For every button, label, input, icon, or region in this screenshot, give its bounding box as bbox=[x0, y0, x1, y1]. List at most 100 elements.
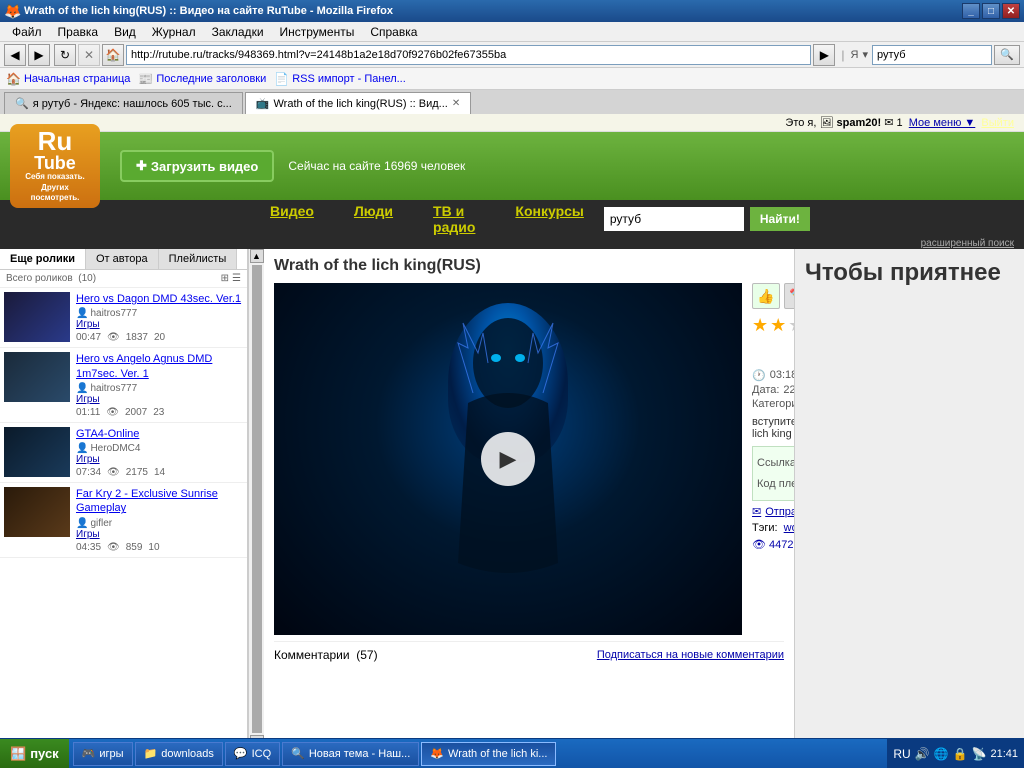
rt-email-link[interactable]: ✉ Отправить другу по email bbox=[752, 505, 794, 518]
views-icon: 👁 bbox=[107, 332, 120, 343]
back-button[interactable]: ◀ bbox=[4, 44, 26, 66]
video-title[interactable]: Far Kry 2 - Exclusive Sunrise Gameplay bbox=[76, 487, 243, 516]
views-icon: 👁 bbox=[107, 467, 120, 478]
scroll-up-arrow[interactable]: ▲ bbox=[250, 249, 264, 263]
star-2[interactable]: ★ bbox=[770, 315, 786, 336]
taskbar-item-browser[interactable]: 🦊 Wrath of the lich ki... bbox=[421, 742, 556, 766]
taskbar-item-topic[interactable]: 🔍 Новая тема - Наш... bbox=[282, 742, 419, 766]
menu-tools[interactable]: Инструменты bbox=[272, 23, 363, 41]
video-title[interactable]: Hero vs Angelo Agnus DMD 1m7sec. Ver. 1 bbox=[76, 352, 243, 381]
rt-logo[interactable]: Ru Tube Себя показать.Других посмотреть. bbox=[10, 124, 100, 207]
author-name: haitros777 bbox=[90, 308, 137, 319]
toolbar: ◀ ▶ ↻ ✕ 🏠 ▶ | Я ▾ 🔍 bbox=[0, 42, 1024, 68]
start-button[interactable]: 🪟 пуск bbox=[0, 739, 69, 768]
view-count: 859 bbox=[126, 542, 143, 553]
rt-play-button[interactable]: ▶ bbox=[481, 432, 535, 486]
rt-tab-more[interactable]: Еще ролики bbox=[0, 249, 86, 269]
browser-search-button[interactable]: 🔍 bbox=[994, 45, 1020, 65]
rt-nav-video[interactable]: Видео bbox=[250, 203, 334, 235]
video-category[interactable]: Игры bbox=[76, 394, 243, 405]
tab-close-button[interactable]: ✕ bbox=[452, 98, 460, 109]
rt-nav-contests[interactable]: Конкурсы bbox=[495, 203, 603, 235]
video-title[interactable]: Hero vs Dagon DMD 43sec. Ver.1 bbox=[76, 292, 243, 306]
menu-view[interactable]: Вид bbox=[106, 23, 144, 41]
rt-username: spam20! bbox=[837, 117, 882, 129]
menu-bookmarks[interactable]: Закладки bbox=[204, 23, 272, 41]
video-category[interactable]: Игры bbox=[76, 454, 243, 465]
rss-bookmark-icon: 📄 bbox=[274, 72, 289, 86]
rt-tag-wow[interactable]: wow bbox=[784, 522, 794, 534]
bookmarks-bar: 🏠 Начальная страница 📰 Последние заголов… bbox=[0, 68, 1024, 90]
stop-button[interactable]: ✕ bbox=[78, 44, 100, 66]
tab-rutube[interactable]: 📺 Wrath of the lich king(RUS) :: Вид... … bbox=[245, 92, 471, 114]
rt-eye-icon: 👁 bbox=[752, 538, 766, 551]
rt-subscribe-link[interactable]: Подписаться на новые комментарии bbox=[597, 649, 784, 661]
forward-button[interactable]: ▶ bbox=[28, 44, 50, 66]
address-bar[interactable] bbox=[126, 45, 811, 65]
comment-count: 10 bbox=[148, 542, 159, 553]
rt-comments-title: Комментарии (57) bbox=[274, 648, 378, 662]
rt-edit-icon[interactable]: ✏️ bbox=[784, 283, 794, 309]
rt-nav-people[interactable]: Люди bbox=[334, 203, 413, 235]
rt-upload-button[interactable]: ✚ Загрузить видео bbox=[120, 150, 274, 182]
video-category[interactable]: Игры bbox=[76, 319, 243, 330]
window-controls[interactable]: _ □ ✕ bbox=[962, 3, 1020, 19]
video-thumb bbox=[4, 487, 70, 537]
rt-player[interactable]: ▶ bbox=[274, 283, 742, 635]
video-duration: 04:35 bbox=[76, 542, 101, 553]
video-meta: 04:35 👁 859 10 bbox=[76, 542, 243, 553]
list-item[interactable]: Hero vs Dagon DMD 43sec. Ver.1 👤 haitros… bbox=[0, 288, 247, 348]
rt-sidebar-scrollbar[interactable]: ▲ ▼ bbox=[248, 249, 264, 738]
rt-search-input[interactable] bbox=[604, 207, 744, 231]
reload-button[interactable]: ↻ bbox=[54, 44, 76, 66]
bookmark-news[interactable]: 📰 Последние заголовки bbox=[138, 72, 266, 86]
author-name: HeroDMC4 bbox=[90, 443, 140, 454]
rt-advanced-search[interactable]: расширенный поиск bbox=[0, 238, 1018, 249]
scroll-thumb[interactable] bbox=[252, 265, 262, 733]
rt-view-grid-icon[interactable]: ⊞ bbox=[221, 273, 229, 284]
bookmark-rss[interactable]: 📄 RSS импорт - Панел... bbox=[274, 72, 406, 86]
rt-sidebar: Еще ролики От автора Плейлисты Всего рол… bbox=[0, 249, 248, 738]
close-button[interactable]: ✕ bbox=[1002, 3, 1020, 19]
rt-view-list-icon[interactable]: ☰ bbox=[232, 273, 241, 284]
thumb-placeholder bbox=[4, 292, 70, 342]
star-1[interactable]: ★ bbox=[752, 315, 768, 336]
taskbar-item-downloads[interactable]: 📁 downloads bbox=[135, 742, 223, 766]
home-button[interactable]: 🏠 bbox=[102, 44, 124, 66]
taskbar-icon-downloads: 📁 bbox=[144, 747, 158, 760]
video-meta: 00:47 👁 1837 20 bbox=[76, 332, 243, 343]
rt-tab-author[interactable]: От автора bbox=[86, 249, 159, 269]
taskbar-label-downloads: downloads bbox=[161, 748, 214, 760]
rt-like-icon[interactable]: 👍 bbox=[752, 283, 780, 309]
minimize-button[interactable]: _ bbox=[962, 3, 980, 19]
list-item[interactable]: Hero vs Angelo Agnus DMD 1m7sec. Ver. 1 … bbox=[0, 348, 247, 423]
rt-my-menu[interactable]: Мое меню ▼ bbox=[909, 117, 976, 129]
list-item[interactable]: GTA4-Online 👤 HeroDMC4 Игры 07:34 👁 2175 bbox=[0, 423, 247, 483]
browser-search-input[interactable] bbox=[872, 45, 992, 65]
list-item[interactable]: Far Kry 2 - Exclusive Sunrise Gameplay 👤… bbox=[0, 483, 247, 558]
video-title[interactable]: GTA4-Online bbox=[76, 427, 243, 441]
menu-help[interactable]: Справка bbox=[362, 23, 425, 41]
rt-search-button[interactable]: Найти! bbox=[750, 207, 810, 231]
taskbar-item-games[interactable]: 🎮 игры bbox=[73, 742, 133, 766]
taskbar-icon-browser: 🦊 bbox=[430, 747, 444, 760]
rt-nav-tv[interactable]: ТВ и радио bbox=[413, 203, 495, 235]
search-engine-sep: ▾ bbox=[860, 48, 870, 61]
video-info: GTA4-Online 👤 HeroDMC4 Игры 07:34 👁 2175 bbox=[76, 427, 243, 478]
menu-history[interactable]: Журнал bbox=[144, 23, 204, 41]
go-button[interactable]: ▶ bbox=[813, 44, 835, 66]
maximize-button[interactable]: □ bbox=[982, 3, 1000, 19]
taskbar-label-icq: ICQ bbox=[252, 748, 272, 760]
tab-yandex[interactable]: 🔍 я рутуб - Яндекс: нашлось 605 тыс. с..… bbox=[4, 92, 243, 114]
taskbar-item-icq[interactable]: 💬 ICQ bbox=[225, 742, 280, 766]
rt-tab-playlists[interactable]: Плейлисты bbox=[159, 249, 238, 269]
menu-file[interactable]: Файл bbox=[4, 23, 50, 41]
rt-share-link-row: Ссылка: 📋 bbox=[757, 454, 794, 472]
bookmark-home[interactable]: 🏠 Начальная страница bbox=[6, 72, 130, 86]
rt-logout-btn[interactable]: Выйти bbox=[981, 117, 1014, 129]
tray-icon-2: 🌐 bbox=[934, 747, 949, 761]
taskbar: 🪟 пуск 🎮 игры 📁 downloads 💬 ICQ 🔍 Новая … bbox=[0, 738, 1024, 768]
rt-comments-count: (57) bbox=[356, 648, 377, 662]
video-category[interactable]: Игры bbox=[76, 529, 243, 540]
menu-edit[interactable]: Правка bbox=[50, 23, 107, 41]
